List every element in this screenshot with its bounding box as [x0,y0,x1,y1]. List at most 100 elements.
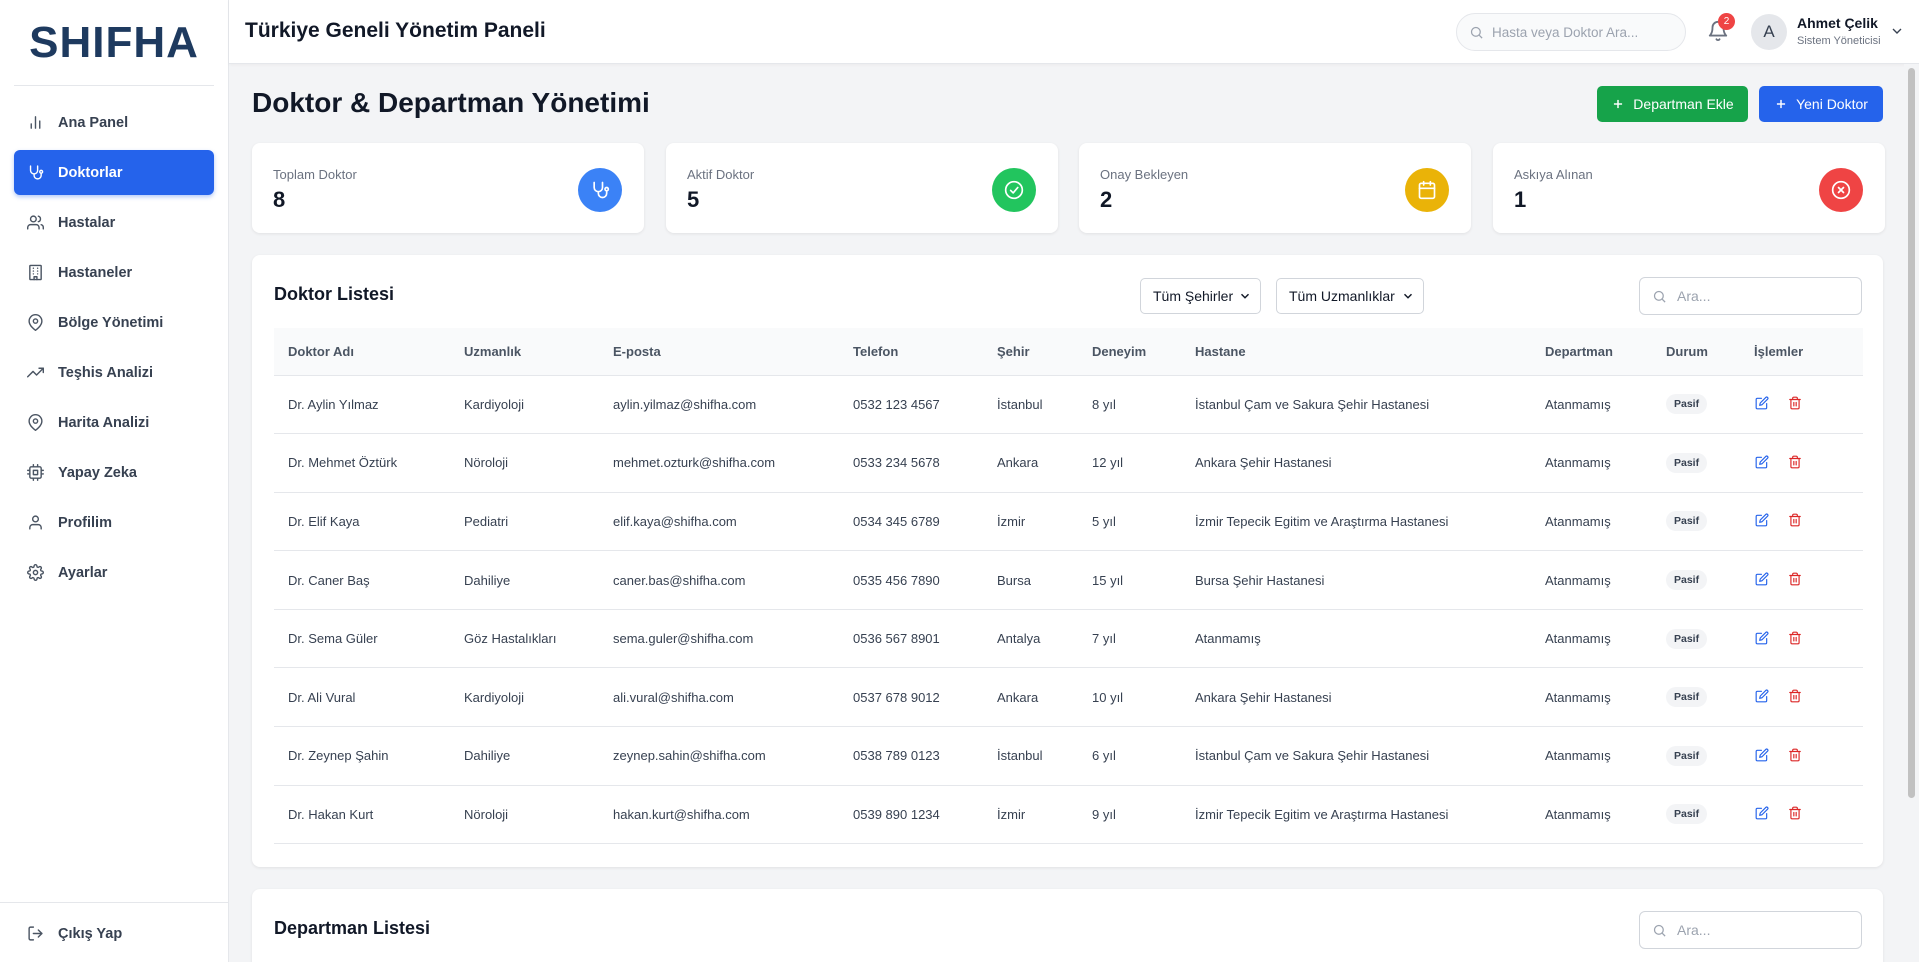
trending-up-icon [26,364,44,382]
avatar[interactable]: A [1751,14,1787,50]
cell-hospital: İzmir Tepecik Egitim ve Araştırma Hastan… [1181,785,1531,845]
edit-icon[interactable] [1754,630,1770,646]
stat-value: 8 [273,187,286,212]
cell-city: İzmir [983,492,1078,552]
edit-icon[interactable] [1754,395,1770,411]
cell-experience: 8 yıl [1078,375,1181,435]
logout-button[interactable]: Çıkış Yap [14,911,214,956]
doctor-search[interactable] [1639,277,1862,315]
cell-doctor-name: Dr. Sema Güler [274,609,450,669]
column-header[interactable]: Hastane [1181,328,1531,376]
global-search[interactable] [1456,13,1686,51]
chevron-down-icon[interactable] [1889,23,1905,39]
search-icon [1469,25,1484,40]
user-icon [26,514,44,532]
column-header[interactable]: Durum [1652,328,1740,376]
sidebar-item-bölge-yönetimi[interactable]: Bölge Yönetimi [14,300,214,345]
city-filter-select[interactable]: Tüm Şehirler [1140,278,1261,314]
cell-phone: 0536 567 8901 [839,609,983,669]
trash-icon[interactable] [1787,454,1803,470]
cell-city: İzmir [983,785,1078,845]
edit-icon[interactable] [1754,805,1770,821]
logout-section: Çıkış Yap [0,902,228,956]
table-row: Dr. Zeynep Şahin Dahiliye zeynep.sahin@shi… [274,726,1863,786]
trash-icon[interactable] [1787,688,1803,704]
edit-icon[interactable] [1754,747,1770,763]
sidebar-item-ana-panel[interactable]: Ana Panel [14,100,214,145]
stat-label: Aktif Doktor [687,167,755,182]
user-name[interactable]: Ahmet Çelik [1797,15,1878,31]
logo[interactable]: SHIFHA [14,0,214,86]
sidebar-item-hastalar[interactable]: Hastalar [14,200,214,245]
trash-icon[interactable] [1787,630,1803,646]
trash-icon[interactable] [1787,571,1803,587]
sidebar-item-hastaneler[interactable]: Hastaneler [14,250,214,295]
column-header[interactable]: İşlemler [1740,328,1863,376]
cell-department: Atanmamış [1531,433,1652,493]
sidebar-nav: Ana Panel Doktorlar Hastalar Hastaneler Bölg… [0,100,228,595]
plus-icon [1774,97,1788,111]
user-role: Sistem Yöneticisi [1797,35,1881,47]
search-icon [1652,289,1667,304]
cell-specialty: Dahiliye [450,726,599,786]
status-badge: Pasif [1666,804,1708,825]
column-header[interactable]: E-posta [599,328,839,376]
new-doctor-label: Yeni Doktor [1796,96,1868,112]
status-badge: Pasif [1666,511,1708,532]
column-header[interactable]: Departman [1531,328,1652,376]
calendar-icon [1405,168,1449,212]
column-header[interactable]: Uzmanlık [450,328,599,376]
cell-city: İstanbul [983,375,1078,435]
cell-experience: 10 yıl [1078,667,1181,728]
trash-icon[interactable] [1787,747,1803,763]
global-search-input[interactable] [1492,24,1662,40]
doctor-list-card: Doktor Listesi Tüm Şehirler Tüm Uzmanlık… [252,255,1883,867]
edit-icon[interactable] [1754,454,1770,470]
trash-icon[interactable] [1787,805,1803,821]
specialty-filter-select[interactable]: Tüm Uzmanlıklar [1276,278,1424,314]
edit-icon[interactable] [1754,688,1770,704]
table-row: Dr. Caner Baş Dahiliye caner.bas@shifha.co… [274,550,1863,610]
column-header[interactable]: Deneyim [1078,328,1181,376]
cell-actions [1740,609,1863,669]
sidebar-item-label: Harita Analizi [58,414,150,431]
trash-icon[interactable] [1787,395,1803,411]
topbar-title: Türkiye Geneli Yönetim Paneli [245,19,546,42]
cell-doctor-name: Dr. Mehmet Öztürk [274,433,450,493]
sidebar-item-yapay-zeka[interactable]: Yapay Zeka [14,450,214,495]
sidebar-item-harita-analizi[interactable]: Harita Analizi [14,400,214,445]
department-search[interactable] [1639,911,1862,949]
sidebar-item-label: Yapay Zeka [58,464,137,481]
sidebar-item-label: Bölge Yönetimi [58,314,164,331]
cell-status: Pasif [1652,785,1740,845]
trash-icon[interactable] [1787,512,1803,528]
cell-phone: 0539 890 1234 [839,785,983,845]
department-search-input[interactable] [1677,922,1847,938]
cell-email: caner.bas@shifha.com [599,550,839,610]
edit-icon[interactable] [1754,571,1770,587]
cell-specialty: Nöroloji [450,433,599,493]
sidebar-item-teşhis-analizi[interactable]: Teşhis Analizi [14,350,214,395]
sidebar-item-ayarlar[interactable]: Ayarlar [14,550,214,595]
cell-specialty: Pediatri [450,492,599,552]
column-header[interactable]: Telefon [839,328,983,376]
cell-status: Pasif [1652,609,1740,669]
sidebar-item-profilim[interactable]: Profilim [14,500,214,545]
cell-phone: 0535 456 7890 [839,550,983,610]
cell-actions [1740,433,1863,493]
sidebar-item-doktorlar[interactable]: Doktorlar [14,150,214,195]
cell-specialty: Kardiyoloji [450,667,599,728]
cell-specialty: Göz Hastalıkları [450,609,599,669]
cell-phone: 0534 345 6789 [839,492,983,552]
column-header[interactable]: Doktor Adı [274,328,450,376]
search-icon [1652,923,1667,938]
status-badge: Pasif [1666,394,1708,415]
column-header[interactable]: Şehir [983,328,1078,376]
add-department-button[interactable]: Departman Ekle [1597,86,1748,122]
doctor-search-input[interactable] [1677,288,1847,304]
sidebar: SHIFHA Ana Panel Doktorlar Hastalar Hastane… [0,0,229,962]
cell-doctor-name: Dr. Elif Kaya [274,492,450,552]
scrollbar-thumb[interactable] [1908,68,1915,798]
new-doctor-button[interactable]: Yeni Doktor [1759,86,1883,122]
edit-icon[interactable] [1754,512,1770,528]
